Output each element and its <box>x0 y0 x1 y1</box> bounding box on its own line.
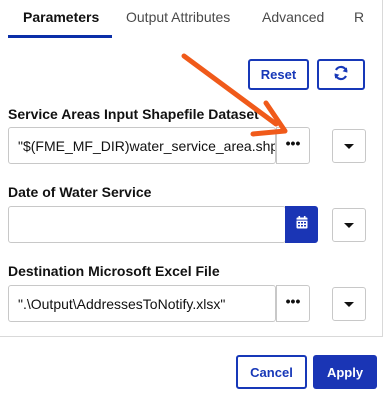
annotation-arrow-icon <box>181 53 288 137</box>
